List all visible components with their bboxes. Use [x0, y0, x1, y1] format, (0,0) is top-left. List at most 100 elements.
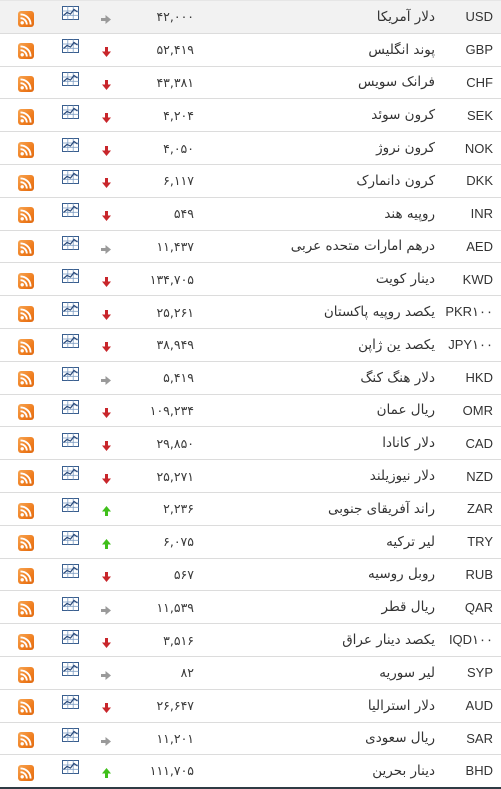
trend-cell [88, 327, 124, 362]
chart-icon[interactable] [61, 432, 79, 451]
chart-icon[interactable] [61, 661, 79, 680]
currency-row: ۲۵,۲۷۱ دلار نیوزیلند NZD [0, 459, 501, 493]
currency-row: ۶,۰۷۵ لیر ترکیه TRY [0, 524, 501, 559]
price: ۶,۱۱۷ [124, 163, 200, 198]
chart-icon[interactable] [61, 399, 79, 418]
currency-code: BHD [435, 754, 501, 788]
chart-icon[interactable] [61, 104, 79, 123]
arrow-down-icon [101, 305, 111, 324]
rss-feed-icon[interactable] [18, 371, 34, 388]
currency-row: ۵۶۷ روبل روسیه RUB [0, 557, 501, 591]
currency-code: SYP [435, 655, 501, 690]
price: ۴,۲۰۴ [124, 98, 200, 132]
chart-icon[interactable] [61, 202, 79, 221]
currency-code: CHF [435, 65, 501, 99]
arrow-down-icon [101, 403, 111, 422]
chart-cell [52, 131, 88, 165]
currency-row: ۲۵,۲۶۱ یکصد روپیه پاکستان PKR۱۰۰ [0, 295, 501, 329]
rss-feed-icon[interactable] [18, 502, 34, 519]
currency-row: ۳,۵۱۶ یکصد دینار عراق IQD۱۰۰ [0, 623, 501, 657]
chart-icon[interactable] [61, 465, 79, 484]
rss-feed-icon[interactable] [18, 207, 34, 224]
currency-name: دلار کانادا [282, 426, 435, 460]
rss-feed-icon[interactable] [18, 633, 34, 650]
chart-icon[interactable] [61, 596, 79, 615]
rss-feed-icon[interactable] [18, 600, 34, 617]
trend-cell [88, 0, 124, 34]
chart-icon[interactable] [61, 563, 79, 582]
chart-icon[interactable] [61, 530, 79, 549]
rss-feed-icon[interactable] [18, 404, 34, 421]
currency-name: لیر سوریه [282, 655, 435, 690]
chart-icon[interactable] [61, 268, 79, 287]
rss-feed-icon[interactable] [18, 43, 34, 60]
rss-feed-icon[interactable] [18, 437, 34, 453]
chart-icon[interactable] [61, 759, 79, 778]
currency-code: OMR [435, 393, 501, 427]
currency-name: ریال عمان [282, 393, 435, 427]
currency-row: ۵,۴۱۹ دلار هنگ کنگ HKD [0, 360, 501, 395]
rss-cell [0, 295, 52, 329]
currency-rates-body: ۴۲,۰۰۰ دلار آمریکا USD ۵۲,۴۱۹ پوند انگلی… [0, 0, 501, 788]
chart-icon[interactable] [61, 366, 79, 385]
trend-cell [88, 65, 124, 99]
chart-cell [52, 459, 88, 493]
rss-feed-icon[interactable] [18, 10, 34, 27]
currency-name: یکصد دینار عراق [282, 623, 435, 657]
rss-feed-icon[interactable] [18, 535, 34, 552]
currency-row: ۴,۰۵۰ کرون نروژ NOK [0, 131, 501, 165]
chart-icon[interactable] [61, 38, 79, 57]
currency-row: ۵۴۹ روپیه هند INR [0, 196, 501, 231]
rss-feed-icon[interactable] [18, 240, 34, 257]
currency-name: ریال سعودی [282, 721, 435, 755]
chart-icon[interactable] [61, 137, 79, 156]
chart-cell [52, 295, 88, 329]
currency-row: ۵۲,۴۱۹ پوند انگلیس GBP [0, 32, 501, 67]
chart-icon[interactable] [61, 629, 79, 648]
chart-icon[interactable] [61, 727, 79, 746]
price: ۴۲,۰۰۰ [124, 0, 200, 34]
price: ۴۳,۳۸۱ [124, 65, 200, 99]
chart-icon[interactable] [61, 694, 79, 713]
rss-feed-icon[interactable] [18, 469, 34, 486]
chart-icon[interactable] [61, 333, 79, 352]
rss-feed-icon[interactable] [18, 666, 34, 683]
currency-row: ۱۱,۲۰۱ ریال سعودی SAR [0, 721, 501, 755]
rss-feed-icon[interactable] [18, 764, 34, 781]
currency-code: INR [435, 196, 501, 231]
currency-row: ۴,۲۰۴ کرون سوئد SEK [0, 98, 501, 132]
rss-feed-icon[interactable] [18, 141, 34, 158]
price: ۱۱۱,۷۰۵ [124, 754, 200, 788]
chart-icon[interactable] [61, 235, 79, 254]
chart-cell [52, 196, 88, 231]
chart-icon[interactable] [61, 169, 79, 188]
chart-icon[interactable] [61, 497, 79, 516]
rss-feed-icon[interactable] [18, 568, 34, 585]
rss-feed-icon[interactable] [18, 338, 34, 355]
trend-cell [88, 131, 124, 165]
rss-feed-icon[interactable] [18, 732, 34, 749]
arrow-right-icon [101, 731, 111, 750]
trend-cell [88, 459, 124, 493]
trend-cell [88, 655, 124, 690]
chart-icon[interactable] [61, 71, 79, 90]
currency-name: ریال قطر [282, 590, 435, 624]
chart-cell [52, 590, 88, 624]
trend-cell [88, 557, 124, 591]
price: ۱۱,۵۳۹ [124, 590, 200, 624]
rss-feed-icon[interactable] [18, 76, 34, 93]
currency-row: ۸۲ لیر سوریه SYP [0, 655, 501, 690]
chart-cell [52, 98, 88, 132]
arrow-up-icon [101, 763, 111, 782]
rss-feed-icon[interactable] [18, 273, 34, 290]
rss-feed-icon[interactable] [18, 109, 34, 126]
currency-code: HKD [435, 360, 501, 395]
currency-name: دلار هنگ کنگ [282, 360, 435, 395]
rss-feed-icon[interactable] [18, 305, 34, 322]
spacer [200, 655, 282, 690]
chart-icon[interactable] [61, 301, 79, 320]
rss-feed-icon[interactable] [18, 699, 34, 716]
arrow-down-icon [101, 206, 111, 225]
rss-feed-icon[interactable] [18, 174, 34, 191]
chart-icon[interactable] [61, 5, 79, 24]
